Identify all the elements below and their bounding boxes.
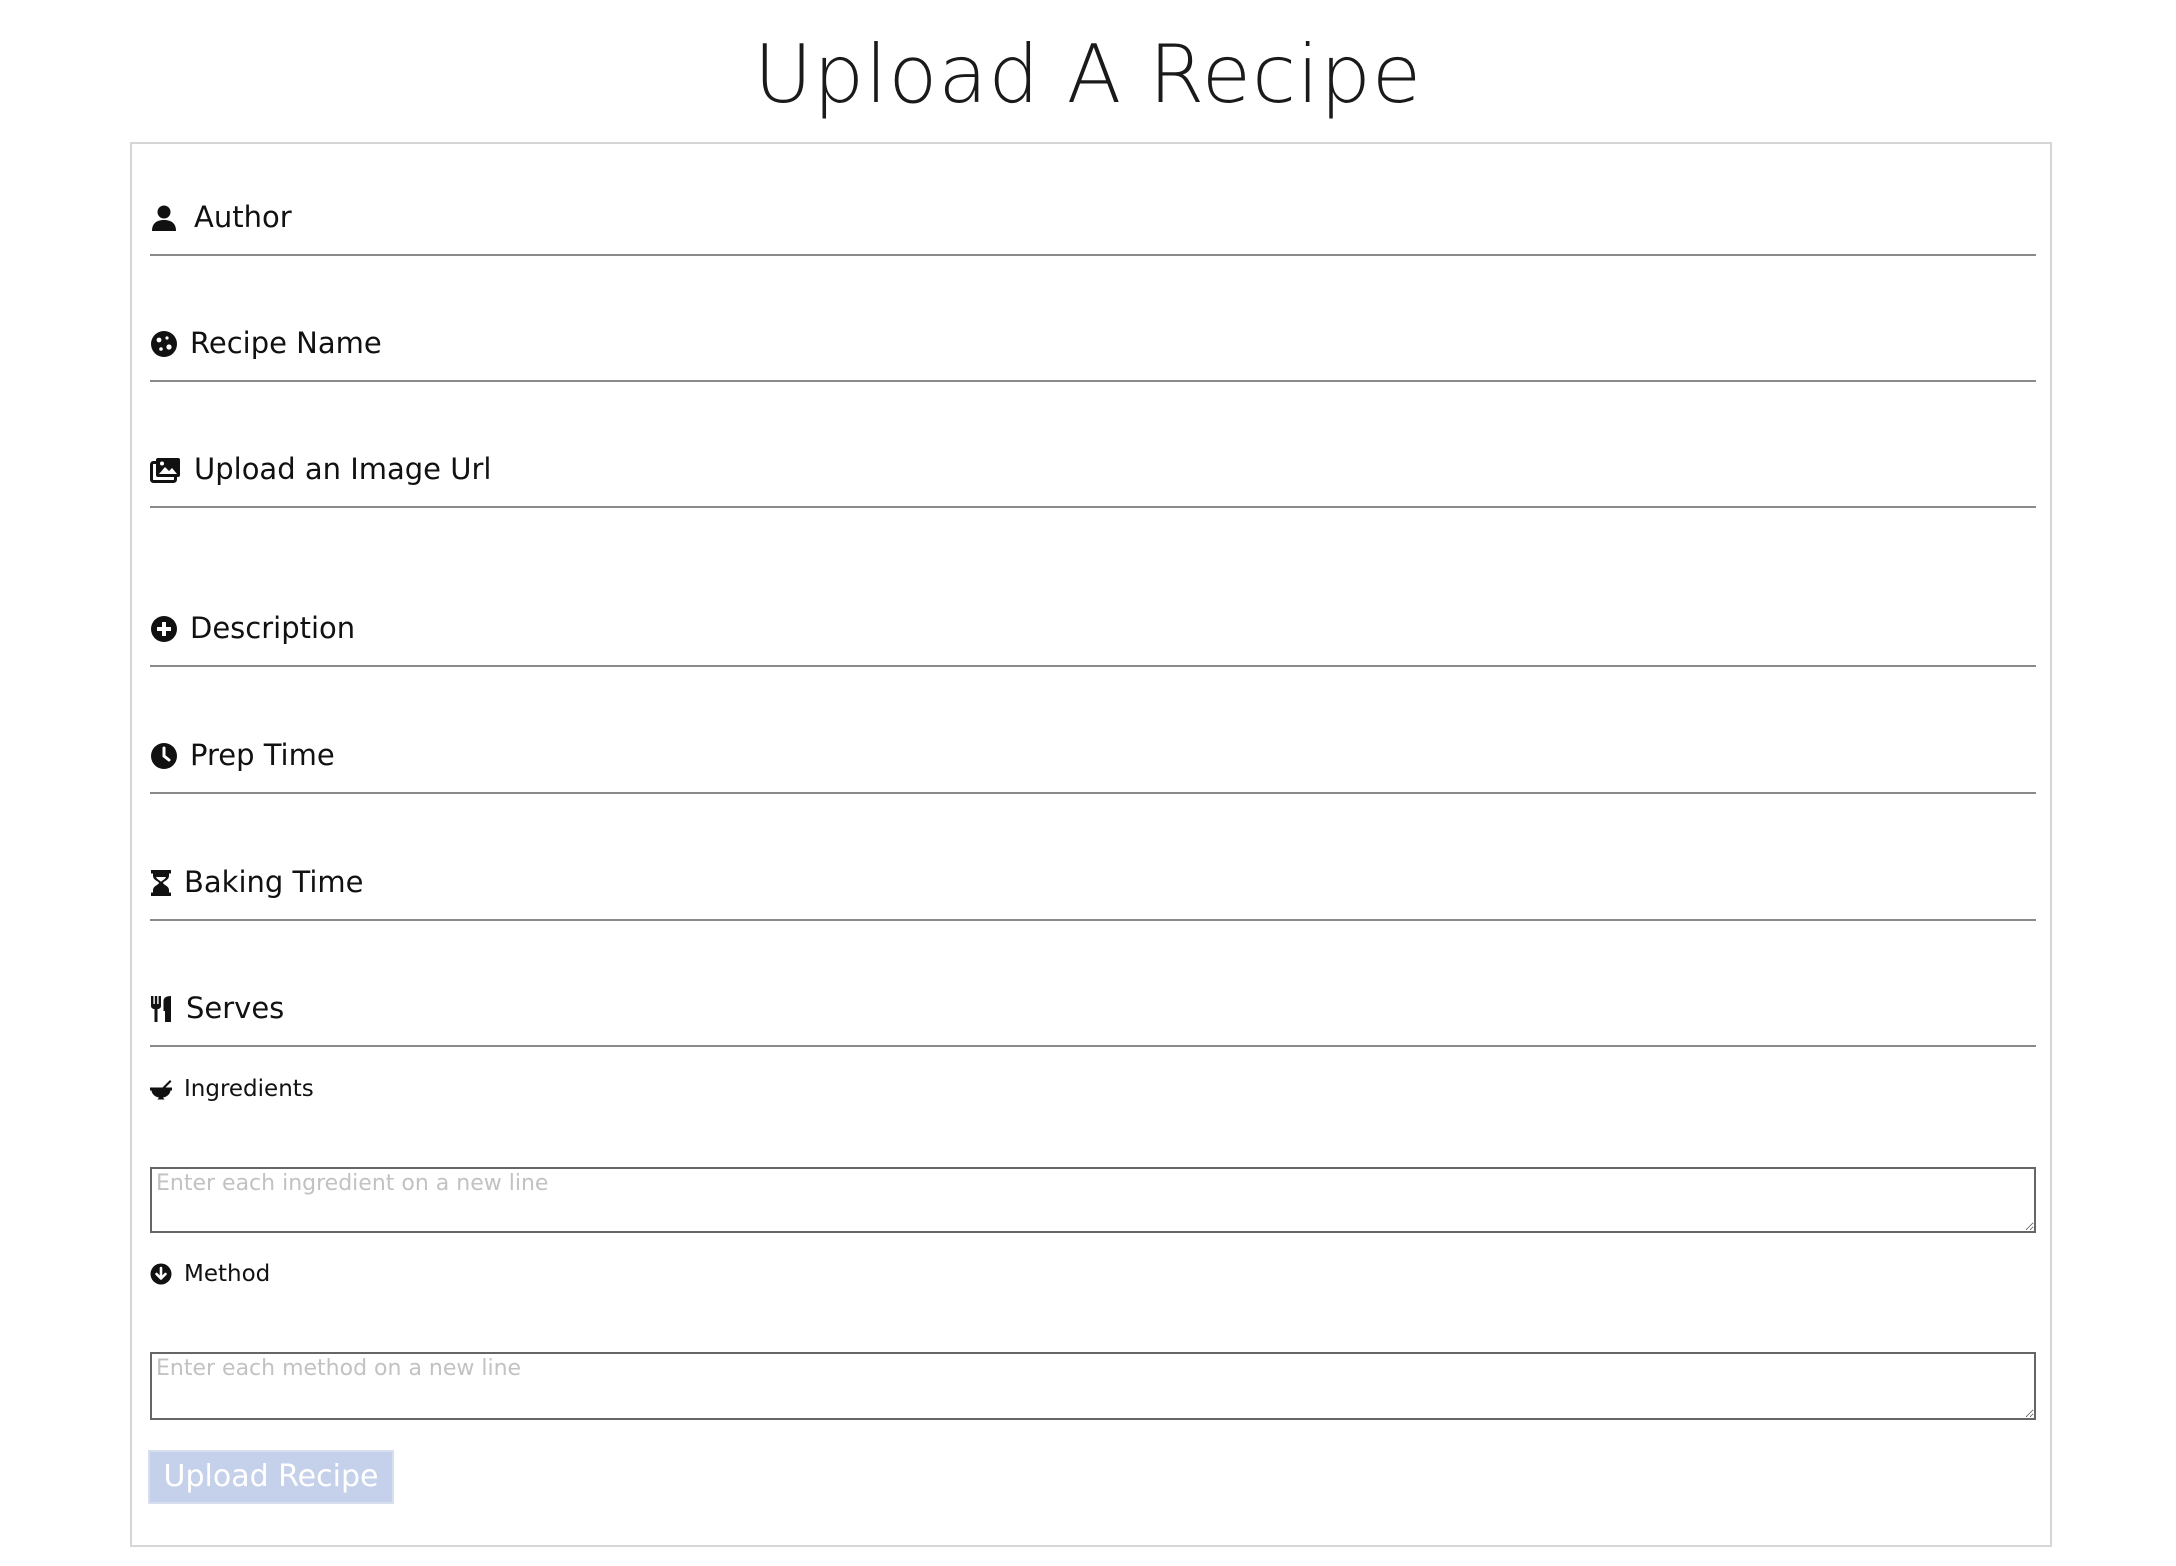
ingredients-textarea[interactable] — [150, 1167, 2036, 1233]
baking-time-label: Baking Time — [184, 865, 364, 899]
image-url-field[interactable]: Upload an Image Url — [150, 382, 2036, 508]
page-title: Upload A Recipe — [753, 28, 1423, 121]
author-field[interactable]: Author — [150, 144, 2036, 256]
prep-time-label: Prep Time — [190, 738, 335, 772]
ingredients-label: Ingredients — [184, 1076, 314, 1102]
cookie-icon — [150, 330, 178, 358]
images-icon — [150, 456, 182, 484]
image-url-label: Upload an Image Url — [194, 452, 492, 486]
serves-label: Serves — [186, 991, 285, 1025]
method-label: Method — [184, 1261, 271, 1287]
description-label: Description — [190, 611, 356, 645]
hourglass-icon — [150, 869, 172, 897]
baking-time-field[interactable]: Baking Time — [150, 794, 2036, 921]
upload-recipe-button[interactable]: Upload Recipe — [148, 1450, 394, 1504]
recipe-name-label: Recipe Name — [190, 326, 382, 360]
user-icon — [150, 204, 178, 232]
author-label: Author — [194, 200, 292, 234]
utensils-icon — [150, 995, 174, 1023]
clock-icon — [150, 742, 178, 770]
arrow-circle-down-icon — [150, 1263, 172, 1285]
method-textarea[interactable] — [150, 1352, 2036, 1420]
prep-time-field[interactable]: Prep Time — [150, 667, 2036, 794]
upload-recipe-form: Author Recipe Name Upload an Image Url D… — [130, 142, 2052, 1547]
plus-circle-icon — [150, 615, 178, 643]
recipe-name-field[interactable]: Recipe Name — [150, 256, 2036, 382]
description-field[interactable]: Description — [150, 508, 2036, 667]
mortar-pestle-icon — [150, 1078, 172, 1100]
serves-field[interactable]: Serves — [150, 921, 2036, 1047]
